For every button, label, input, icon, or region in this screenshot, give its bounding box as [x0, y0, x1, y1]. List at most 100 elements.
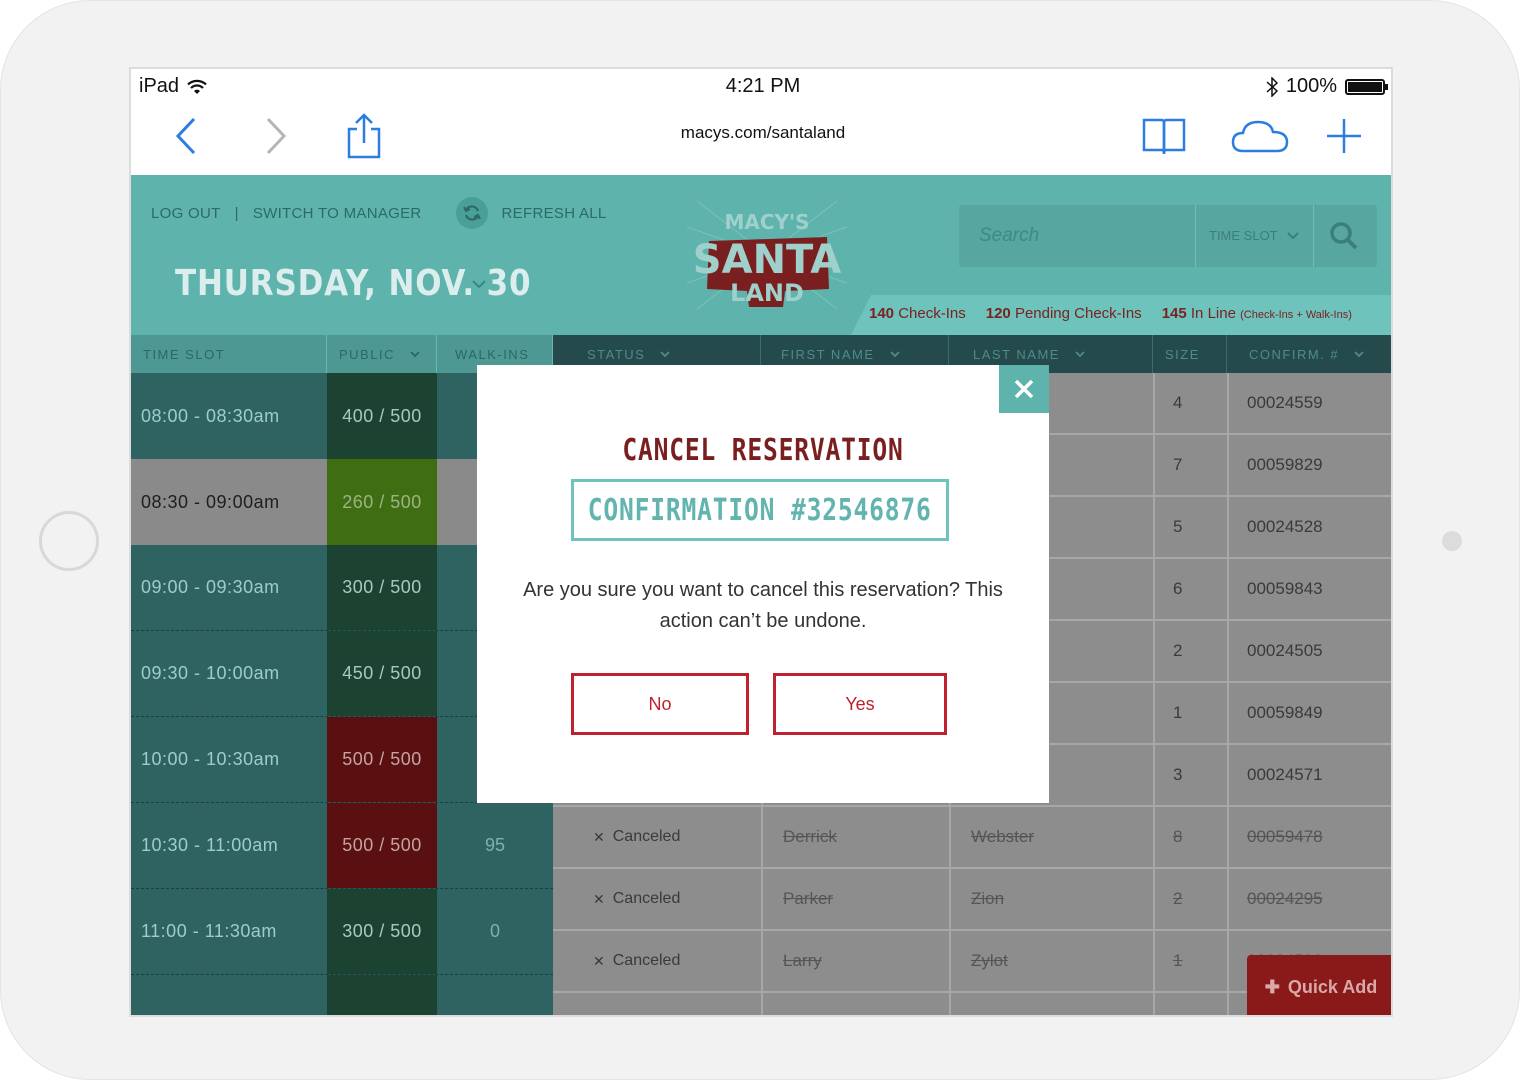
battery-icon	[1345, 78, 1388, 95]
dialog-message: Are you sure you want to cancel this res…	[523, 579, 1003, 632]
slot-row[interactable]: 10:30 - 11:00am 500 / 500 95	[131, 803, 553, 889]
slot-time: 11:00 - 11:30am	[141, 921, 277, 941]
top-nav: LOG OUT | SWITCH TO MANAGER REFRESH ALL	[151, 197, 607, 229]
chevron-down-icon	[1286, 232, 1299, 240]
slot-time: 10:00 - 10:30am	[141, 749, 280, 769]
cell-status: ✕ Canceled	[593, 931, 680, 991]
cell-first-name: Derrick	[783, 827, 837, 846]
slot-time: 10:30 - 11:00am	[141, 835, 279, 855]
cell-confirm: 00024505	[1247, 641, 1323, 660]
col-confirm[interactable]: CONFIRM. #	[1227, 335, 1391, 373]
slot-public: 500 / 500	[327, 803, 437, 888]
cell-confirm: 00024571	[1247, 765, 1323, 784]
cell-status: ✕ Canceled	[593, 869, 680, 929]
logo-line2: SANTA	[693, 237, 841, 283]
ipad-frame: iPad 4:21 PM 100% macys.com/santaland LO…	[0, 0, 1520, 1080]
cell-size: 8	[1173, 827, 1183, 846]
time-slot-filter-label: TIME SLOT	[1209, 228, 1278, 243]
chevron-down-icon	[1075, 351, 1085, 358]
slot-time: 09:00 - 09:30am	[141, 577, 280, 597]
macys-santaland-logo: MACY'S SANTA LAND	[686, 197, 848, 313]
slot-walk-ins: 0	[489, 921, 500, 941]
checkins-stat: 140 Check-Ins	[869, 305, 966, 322]
slot-public: 260 / 500	[327, 459, 437, 545]
time-slot-filter[interactable]: TIME SLOT	[1209, 228, 1300, 243]
table-row[interactable]: ✕ Canceled Derrick Webster 8 00059478	[553, 807, 1391, 869]
front-camera	[1442, 531, 1462, 551]
yes-button[interactable]: Yes	[773, 673, 947, 735]
slot-time: 09:30 - 10:00am	[141, 663, 280, 683]
icloud-tabs-icon[interactable]	[1229, 111, 1291, 161]
quick-add-label: Quick Add	[1287, 976, 1378, 997]
x-icon: ✕	[593, 890, 605, 907]
cell-size: 5	[1173, 517, 1183, 536]
slot-row[interactable]: 11:00 - 11:30am 300 / 500 0	[131, 889, 553, 975]
cancel-reservation-dialog: CANCEL RESERVATION CONFIRMATION #3254687…	[477, 365, 1049, 803]
search-divider	[1195, 205, 1196, 267]
col-size[interactable]: SIZE	[1153, 335, 1227, 373]
cell-confirm: 00059478	[1247, 827, 1323, 846]
status-text: Canceled	[612, 890, 681, 907]
bookmarks-icon[interactable]	[1139, 111, 1189, 161]
logout-link[interactable]: LOG OUT	[151, 205, 221, 222]
cell-status: ✕ Canceled	[593, 807, 680, 867]
refresh-all-link[interactable]: REFRESH ALL	[502, 205, 607, 222]
x-icon: ✕	[593, 828, 605, 845]
status-text: Canceled	[612, 952, 681, 969]
switch-manager-link[interactable]: SWITCH TO MANAGER	[253, 205, 422, 222]
close-icon[interactable]	[999, 365, 1049, 413]
chevron-down-icon[interactable]	[471, 279, 487, 289]
slot-public: 300 / 500	[327, 545, 437, 630]
chevron-down-icon	[660, 351, 670, 358]
battery-percent: 100%	[1285, 75, 1337, 97]
status-text: Canceled	[612, 828, 681, 845]
x-icon: ✕	[593, 952, 605, 969]
search-divider	[1313, 205, 1314, 267]
nav-separator: |	[234, 204, 239, 222]
no-button[interactable]: No	[571, 673, 749, 735]
clock: 4:21 PM	[725, 75, 801, 97]
cell-confirm: 00059843	[1247, 579, 1323, 598]
cell-size: 4	[1173, 393, 1183, 412]
search-input[interactable]: Search	[979, 225, 1039, 247]
refresh-icon[interactable]	[455, 197, 488, 229]
cell-size: 2	[1173, 641, 1183, 660]
logo-line1: MACY'S	[724, 210, 809, 234]
slot-public: 400 / 500	[327, 373, 437, 459]
logo-line3: LAND	[730, 279, 804, 307]
home-button[interactable]	[39, 511, 99, 571]
confirmation-number: CONFIRMATION #32546876	[588, 492, 932, 528]
cell-size: 1	[1173, 951, 1183, 970]
cell-last-name: Zion	[971, 889, 1005, 908]
cell-first-name: Larry	[783, 951, 822, 970]
search-icon[interactable]	[1329, 221, 1359, 251]
quick-add-button[interactable]: ✚ Quick Add	[1247, 955, 1391, 1015]
confirmation-number-box: CONFIRMATION #32546876	[571, 479, 949, 541]
slot-public: 450 / 500	[327, 631, 437, 716]
cell-size: 3	[1173, 765, 1183, 784]
search-bar: Search TIME SLOT	[959, 205, 1377, 267]
cell-size: 6	[1173, 579, 1183, 598]
col-time-slot[interactable]: TIME SLOT	[131, 335, 327, 373]
col-public[interactable]: PUBLIC	[327, 335, 437, 373]
screen: iPad 4:21 PM 100% macys.com/santaland LO…	[129, 67, 1393, 1017]
address-bar[interactable]: macys.com/santaland	[131, 123, 1391, 143]
cell-last-name: Zylot	[971, 951, 1008, 970]
inline-stat: 145 In Line (Check-Ins + Walk-Ins)	[1161, 305, 1352, 322]
chevron-down-icon	[1354, 351, 1364, 358]
slot-public: 500 / 500	[327, 717, 437, 802]
cell-first-name: Parker	[783, 889, 834, 908]
cell-last-name: Webster	[971, 827, 1034, 846]
cell-size: 1	[1173, 703, 1183, 722]
table-row[interactable]: ✕ Canceled Parker Zion 2 00024295	[553, 869, 1391, 931]
chevron-down-icon	[889, 351, 900, 358]
new-tab-icon[interactable]	[1319, 111, 1369, 161]
stats: 140 Check-Ins 120 Pending Check-Ins 145 …	[869, 305, 1352, 322]
slot-time: 08:00 - 08:30am	[141, 405, 280, 426]
cell-size: 7	[1173, 455, 1183, 474]
slot-row[interactable]	[131, 975, 553, 1015]
cell-confirm: 00024559	[1247, 393, 1323, 412]
bluetooth-icon	[1266, 76, 1278, 97]
slot-walk-ins: 95	[484, 835, 506, 855]
chevron-down-icon	[410, 351, 420, 358]
